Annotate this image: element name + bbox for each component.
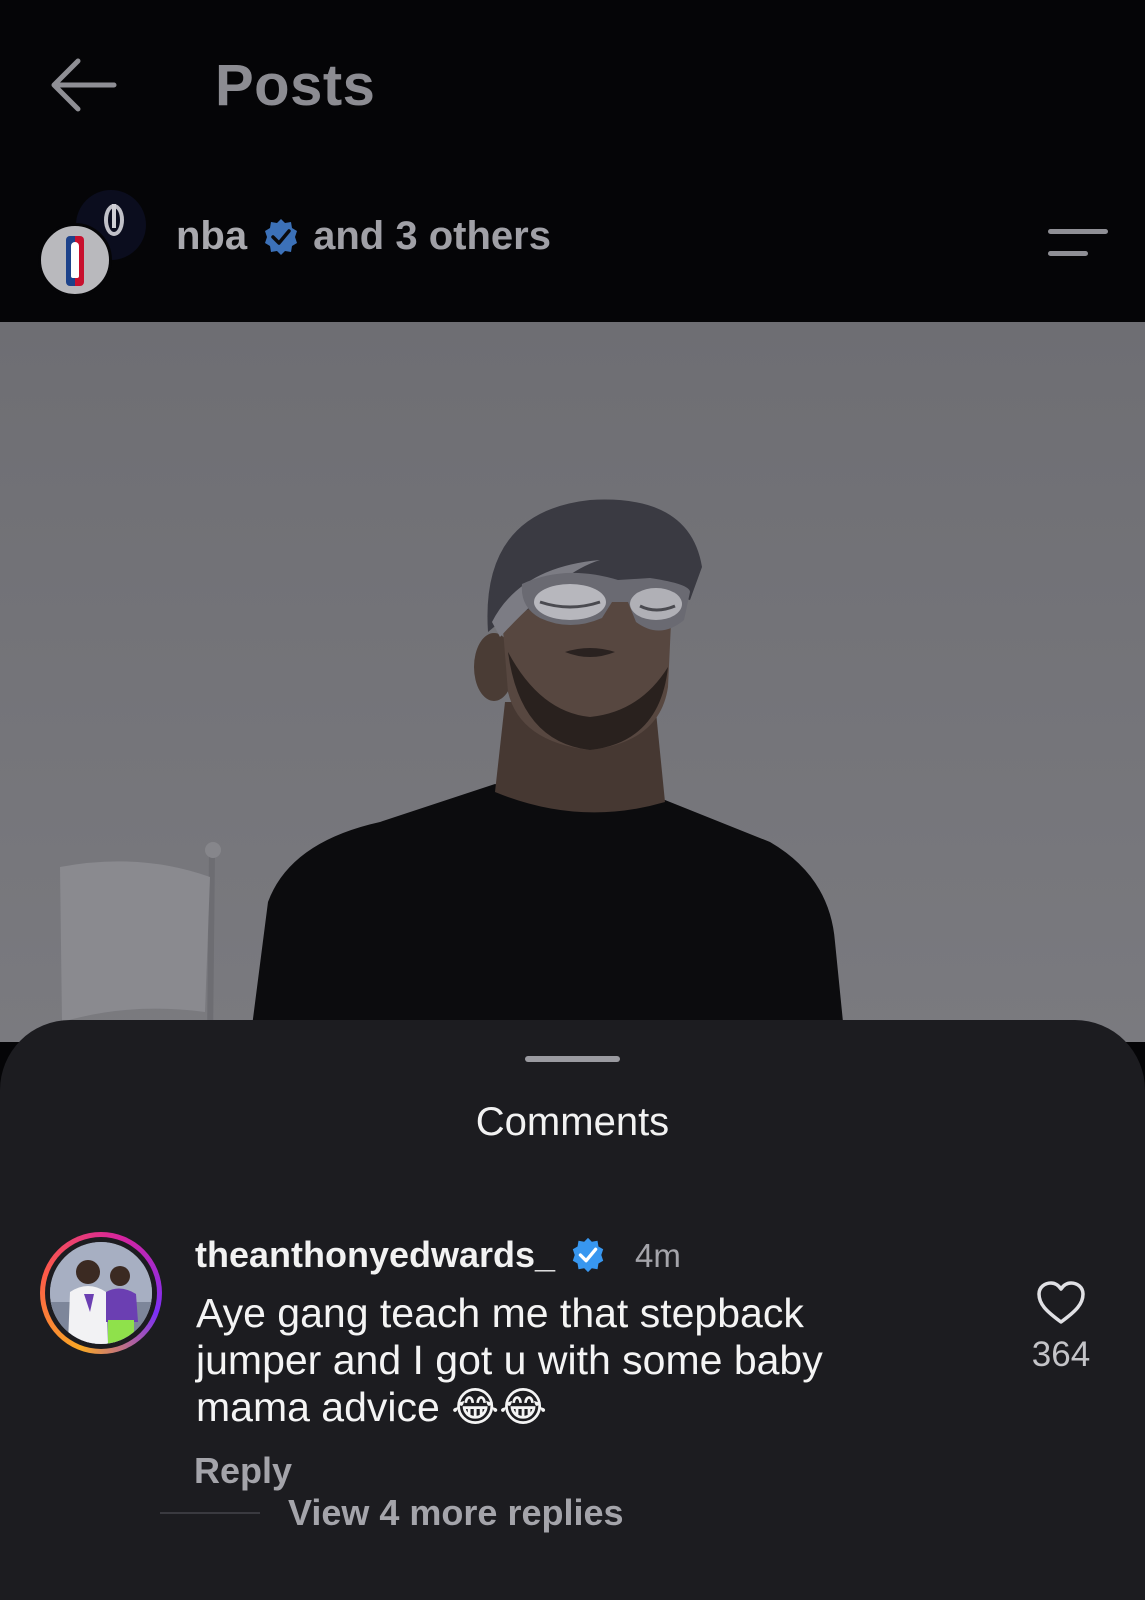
arrow-left-icon <box>51 58 117 112</box>
post-image[interactable] <box>0 322 1145 1042</box>
menu-lines-icon <box>1048 229 1108 234</box>
comment-time: 4m <box>635 1237 681 1274</box>
view-more-replies-label[interactable]: View 4 more replies <box>288 1492 624 1534</box>
like-count: 364 <box>1031 1335 1091 1374</box>
nba-logo-icon <box>66 236 84 286</box>
comment-username[interactable]: theanthonyedwards_ <box>195 1234 607 1276</box>
verified-badge-icon <box>569 1236 607 1274</box>
like-button[interactable] <box>1036 1280 1086 1326</box>
post-header: nba and 3 others <box>0 190 1145 310</box>
post-author[interactable]: nba <box>176 214 247 259</box>
comments-sheet: Comments theanthonyedwards_ 4m Aye gang … <box>0 1020 1145 1600</box>
collaborators-label[interactable]: nba and 3 others <box>176 214 551 259</box>
commenter-avatar[interactable] <box>40 1232 162 1354</box>
post-photo <box>0 322 1145 1042</box>
verified-badge-icon <box>261 217 301 257</box>
back-button[interactable] <box>42 50 122 120</box>
comment-item: theanthonyedwards_ 4m Aye gang teach me … <box>0 1210 1145 1530</box>
comment-text: Aye gang teach me that stepback jumper a… <box>196 1290 823 1430</box>
reply-button[interactable]: Reply <box>194 1450 292 1492</box>
commenter-avatar-image <box>50 1242 152 1344</box>
sheet-drag-handle[interactable] <box>525 1056 620 1062</box>
comments-title: Comments <box>475 1100 670 1144</box>
top-bar: Posts nba and 3 others <box>0 0 1145 322</box>
page-title: Posts <box>215 53 376 118</box>
collaborator-avatars[interactable] <box>38 190 148 300</box>
view-more-replies-button[interactable]: View 4 more replies <box>160 1488 624 1538</box>
divider-line <box>160 1512 260 1514</box>
collaborators-count[interactable]: and 3 others <box>313 214 551 259</box>
heart-icon <box>1037 1281 1085 1324</box>
nba-avatar <box>38 223 112 297</box>
menu-button[interactable] <box>1048 225 1108 265</box>
